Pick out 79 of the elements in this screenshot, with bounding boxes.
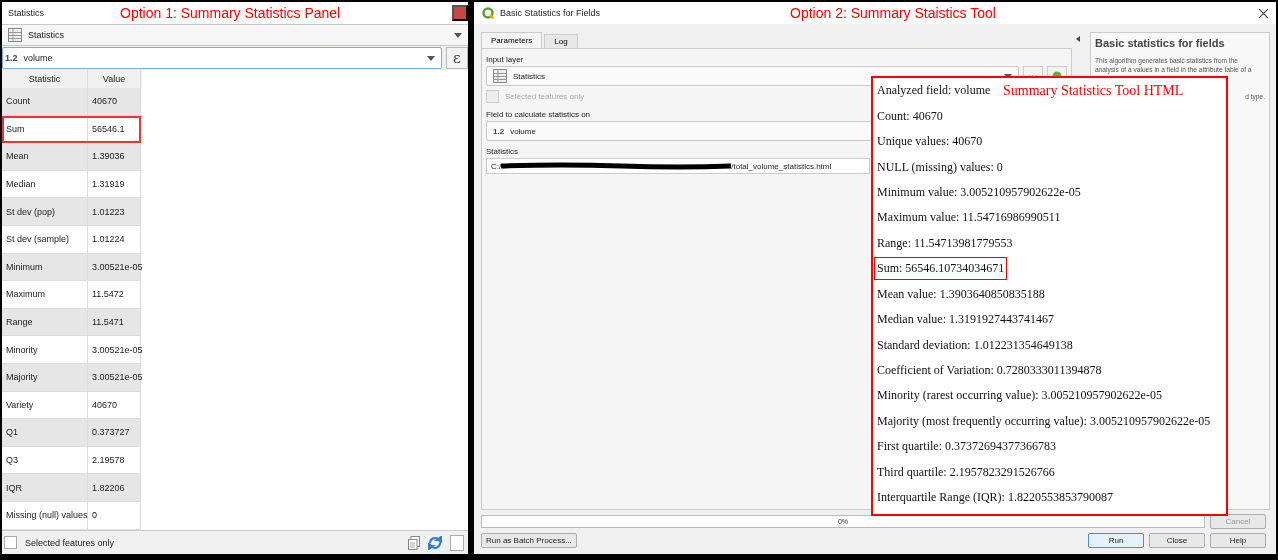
table-cell: 3.00521e-05: [88, 363, 141, 391]
close-button[interactable]: [452, 5, 468, 21]
table-cell: Count: [2, 88, 88, 115]
table-cell: 1.01224: [88, 225, 141, 253]
copy-icon[interactable]: [408, 535, 420, 550]
dialog-button[interactable]: Help: [1210, 533, 1266, 548]
caret-icon[interactable]: [427, 55, 435, 61]
report-line: First quartile: 0.37372694377366783: [876, 438, 1057, 456]
tab[interactable]: Parameters: [481, 32, 543, 48]
collapse-icon[interactable]: [1076, 36, 1080, 42]
field-label: Input layer: [486, 55, 524, 64]
checkbox[interactable]: [4, 536, 17, 549]
field-label: Field to calculate statistics on: [486, 110, 591, 119]
report-line: Standard deviation: 1.012231354649138: [876, 336, 1074, 354]
table-cell: 3.00521e-05: [88, 253, 141, 281]
table-cell: Minimum: [2, 253, 88, 281]
table-cell: 0: [88, 501, 141, 529]
report-line: Minimum value: 3.005210957902622e-05: [876, 183, 1082, 201]
output-path-field[interactable]: C:/ /total_volume_statistics.html: [486, 158, 870, 174]
help-title: Basic statistics for fields: [1095, 37, 1226, 49]
table-cell: 1.39036: [88, 143, 141, 170]
panel-title: Statistics: [8, 8, 45, 18]
field-dropdown[interactable]: 1.2 volume: [2, 47, 442, 69]
table-cell: Missing (null) values: [2, 501, 88, 529]
table-cell: Range: [2, 308, 88, 336]
table-cell: 11.5472: [88, 281, 141, 308]
table-cell: Q1: [2, 419, 88, 446]
table-cell: St dev (sample): [2, 225, 88, 253]
table-cell: Sum: [2, 115, 88, 143]
annotation-label: Option 1: Summary Statistics Panel: [120, 5, 341, 21]
table-cell: St dev (pop): [2, 198, 88, 225]
table-cell: 11.5471: [88, 308, 141, 336]
table-cell: 2.19578: [88, 446, 141, 474]
report-line: Median value: 1.3191927443741467: [876, 311, 1055, 329]
report-line: Coefficient of Variation: 0.7280333011394878: [876, 362, 1103, 380]
table-icon: [8, 28, 22, 42]
report-line: Maximum value: 11.54716986990511: [876, 209, 1062, 227]
table-cell: 1.01223: [88, 198, 141, 225]
report-line: NULL (missing) values: 0: [876, 158, 1004, 176]
annotation-label: Summary Statistics Tool HTML: [1003, 83, 1184, 99]
table-cell: 40670: [88, 391, 141, 419]
table-cell: Mean: [2, 143, 88, 170]
table-cell: Variety: [2, 391, 88, 419]
table-cell: Minority: [2, 336, 88, 363]
annotation-label: Option 2: Summary Staistics Tool: [790, 5, 996, 21]
table-cell: Majority: [2, 363, 88, 391]
close-icon: [1259, 8, 1268, 18]
table-cell: IQR: [2, 474, 88, 501]
expression-button[interactable]: ε: [446, 47, 468, 69]
report-line: Sum: 56546.10734034671: [875, 258, 1007, 280]
table-cell: Median: [2, 170, 88, 198]
dialog-button[interactable]: Run: [1088, 533, 1144, 548]
table-cell: 40670: [88, 88, 141, 115]
table-cell: 56546.1: [88, 115, 141, 143]
table-cell: 1.31919: [88, 170, 141, 198]
table-cell: 0.373727: [88, 419, 141, 446]
logo-icon: [482, 7, 494, 19]
report-line: Minority (rarest occurring value): 3.005210957902622e-05: [876, 387, 1163, 405]
checkbox-label: Selected features only: [505, 91, 585, 101]
table-cell: Maximum: [2, 281, 88, 308]
table-cell: Q3: [2, 446, 88, 474]
refresh-icon[interactable]: [428, 535, 442, 550]
field-label: Statistics: [486, 147, 518, 156]
close-button[interactable]: [1259, 8, 1268, 18]
window-title: Basic Statistics for Fields: [500, 8, 602, 18]
report-line: Interquartile Range (IQR): 1.8220553853790087: [876, 489, 1114, 507]
report-line: Range: 11.54713981779553: [876, 234, 1014, 252]
report-line: Mean value: 1.3903640850835188: [876, 285, 1046, 303]
layer-dropdown[interactable]: Statistics: [2, 24, 468, 46]
tab[interactable]: Log: [544, 34, 578, 48]
dialog-button[interactable]: Close: [1149, 533, 1205, 548]
table-cell: 3.00521e-05: [88, 336, 141, 363]
report-line: Majority (most frequently occurring value): 3.005210957902622e-05: [876, 412, 1212, 430]
table-icon: [493, 69, 507, 83]
caret-icon[interactable]: [454, 32, 462, 38]
batch-process-button[interactable]: Run as Batch Process...: [481, 533, 577, 548]
checkbox-label: Selected features only: [25, 537, 116, 548]
table-cell: 1.82206: [88, 474, 141, 501]
report-line: Third quartile: 2.1957823291526766: [876, 463, 1056, 481]
